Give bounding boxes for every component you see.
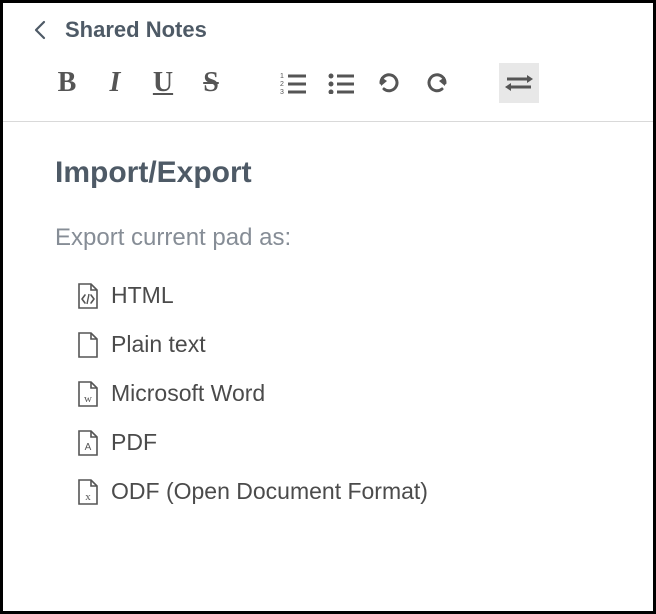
- svg-text:A: A: [85, 442, 92, 453]
- import-export-button[interactable]: [499, 63, 539, 103]
- page-title: Shared Notes: [65, 17, 207, 43]
- svg-text:3: 3: [280, 89, 284, 94]
- header: Shared Notes: [3, 3, 653, 53]
- pdf-file-icon: A: [77, 430, 99, 456]
- undo-button[interactable]: [369, 63, 409, 103]
- bold-button[interactable]: B: [47, 63, 87, 103]
- odf-file-icon: x: [77, 479, 99, 505]
- panel-title: Import/Export: [55, 156, 633, 190]
- italic-button[interactable]: I: [95, 63, 135, 103]
- chevron-left-icon: [34, 20, 46, 40]
- html-file-icon: [77, 283, 99, 309]
- export-html[interactable]: HTML: [77, 282, 633, 309]
- export-item-label: HTML: [111, 282, 174, 309]
- strikethrough-button[interactable]: S: [191, 63, 231, 103]
- import-export-panel: Import/Export Export current pad as: HTM…: [3, 122, 653, 547]
- underline-button[interactable]: U: [143, 63, 183, 103]
- svg-text:w: w: [84, 393, 92, 405]
- redo-icon: [424, 70, 450, 96]
- ordered-list-button[interactable]: 1 2 3: [273, 63, 313, 103]
- ordered-list-icon: 1 2 3: [280, 72, 306, 94]
- unordered-list-button[interactable]: [321, 63, 361, 103]
- redo-button[interactable]: [417, 63, 457, 103]
- panel-subtitle: Export current pad as:: [55, 224, 633, 252]
- export-item-label: ODF (Open Document Format): [111, 478, 428, 505]
- unordered-list-icon: [328, 72, 354, 94]
- toolbar: B I U S 1 2 3: [3, 53, 653, 122]
- back-button[interactable]: [33, 19, 47, 41]
- export-item-label: Plain text: [111, 331, 206, 358]
- svg-text:x: x: [85, 491, 91, 503]
- undo-icon: [376, 70, 402, 96]
- export-list: HTML Plain text w Microsoft Word A PD: [55, 282, 633, 505]
- export-word[interactable]: w Microsoft Word: [77, 380, 633, 407]
- export-odf[interactable]: x ODF (Open Document Format): [77, 478, 633, 505]
- export-plain-text[interactable]: Plain text: [77, 331, 633, 358]
- text-file-icon: [77, 332, 99, 358]
- export-pdf[interactable]: A PDF: [77, 429, 633, 456]
- export-item-label: PDF: [111, 429, 157, 456]
- svg-text:1: 1: [280, 73, 284, 80]
- export-item-label: Microsoft Word: [111, 380, 265, 407]
- svg-text:2: 2: [280, 81, 284, 88]
- word-file-icon: w: [77, 381, 99, 407]
- swap-arrows-icon: [505, 73, 533, 93]
